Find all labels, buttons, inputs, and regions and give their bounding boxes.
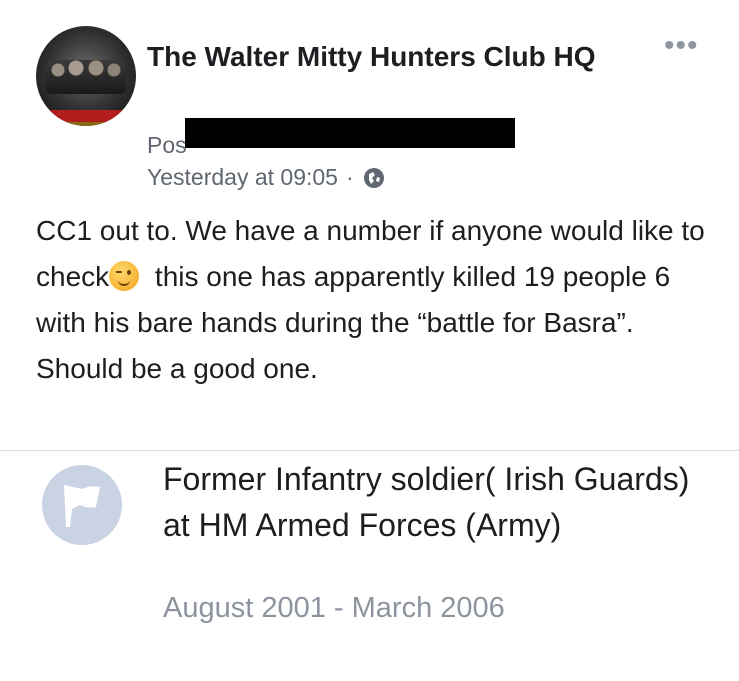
posted-by-text: Pos: [147, 132, 187, 158]
more-options-icon[interactable]: •••: [664, 31, 699, 61]
globe-icon: [362, 166, 386, 190]
avatar-ribbon-gold: [54, 122, 118, 126]
avatar-ribbon: [40, 110, 132, 122]
meta-separator: ·: [345, 164, 354, 190]
post-timestamp[interactable]: Yesterday at 09:05: [147, 164, 338, 191]
post-body: CC1 out to. We have a number if anyone w…: [36, 208, 716, 392]
post-meta: Yesterday at 09:05 ·: [147, 164, 386, 191]
job-title: Former Infantry soldier( Irish Guards) a…: [163, 461, 690, 543]
flag-icon: [42, 465, 122, 545]
group-name-link[interactable]: The Walter Mitty Hunters Club HQ: [147, 38, 627, 76]
winking-face-icon: [109, 261, 140, 291]
divider: [0, 450, 739, 451]
group-avatar[interactable]: [36, 26, 136, 126]
redaction-bar: [185, 118, 515, 148]
avatar-figures: [46, 60, 126, 94]
job-dates: August 2001 - March 2006: [163, 592, 505, 624]
